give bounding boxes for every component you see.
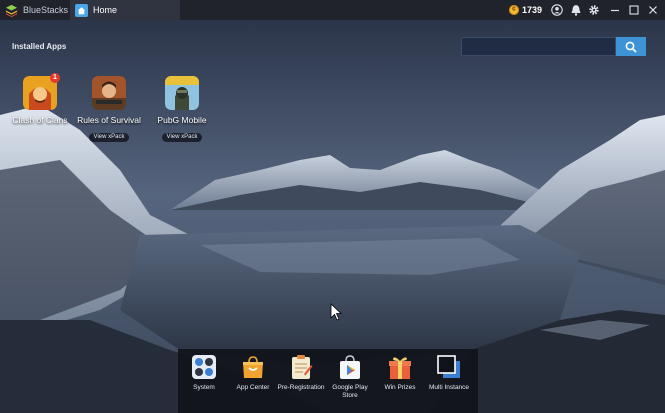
tab-home[interactable]: Home xyxy=(70,0,180,20)
clash-of-clans-icon: 1 xyxy=(23,73,60,110)
clipboard-icon xyxy=(289,355,313,379)
dock-label: System xyxy=(193,384,215,391)
dock-label: App Center xyxy=(236,384,270,391)
profile-icon[interactable] xyxy=(551,4,563,16)
title-bar: BlueStacks Home ¢ 1739 xyxy=(0,0,665,20)
bell-icon[interactable] xyxy=(570,4,582,16)
dock-label: Google Play Store xyxy=(332,384,368,399)
dock-item-multi-instance[interactable]: Multi Instance xyxy=(424,355,474,392)
play-store-icon xyxy=(338,355,362,379)
app-pubg-mobile[interactable]: PubG Mobile View xPack xyxy=(147,76,217,143)
coin-icon: ¢ xyxy=(509,5,519,15)
app-dock: System App Center Pre-Registration Googl… xyxy=(178,349,478,413)
brand: BlueStacks xyxy=(5,3,68,17)
app-label: PubG Mobile xyxy=(157,115,207,125)
installed-apps-heading: Installed Apps xyxy=(12,42,67,51)
dock-label: Pre-Registration xyxy=(277,384,325,391)
app-rules-of-survival[interactable]: Rules of Survival View xPack xyxy=(74,76,144,143)
minimize-icon[interactable] xyxy=(609,4,621,16)
dock-item-system[interactable]: System xyxy=(179,355,229,392)
dock-item-google-play-store[interactable]: Google Play Store xyxy=(325,355,375,400)
view-xpack-button[interactable]: View xPack xyxy=(161,133,203,142)
tab-home-label: Home xyxy=(93,5,118,15)
search-button[interactable] xyxy=(616,37,646,56)
search-icon xyxy=(625,41,637,53)
app-label: Clash of Clans xyxy=(12,115,68,125)
app-name: BlueStacks xyxy=(23,5,69,15)
shopping-bag-icon xyxy=(241,355,265,379)
rules-of-survival-icon xyxy=(92,76,126,110)
dock-item-pre-registration[interactable]: Pre-Registration xyxy=(276,355,326,392)
app-label: Rules of Survival xyxy=(77,115,141,125)
pubg-mobile-icon xyxy=(165,76,199,110)
app-clash-of-clans[interactable]: 1 Clash of Clans xyxy=(5,73,75,125)
bluestacks-logo-icon xyxy=(5,4,18,17)
dock-item-app-center[interactable]: App Center xyxy=(228,355,278,392)
mouse-cursor-icon xyxy=(330,303,342,321)
view-xpack-button[interactable]: View xPack xyxy=(88,133,130,142)
home-icon xyxy=(75,3,88,17)
close-icon[interactable] xyxy=(647,4,659,16)
dock-item-win-prizes[interactable]: Win Prizes xyxy=(375,355,425,392)
system-apps-icon xyxy=(192,355,216,379)
gift-icon xyxy=(388,355,412,379)
maximize-icon[interactable] xyxy=(628,4,640,16)
multi-instance-icon xyxy=(437,355,461,379)
coin-balance[interactable]: ¢ 1739 xyxy=(509,4,542,16)
dock-label: Multi Instance xyxy=(428,384,470,391)
notification-badge: 1 xyxy=(50,73,60,83)
gear-icon[interactable] xyxy=(588,4,600,16)
home-desktop: Installed Apps 1 Clash of Clans Rules of… xyxy=(0,20,665,413)
search-input[interactable] xyxy=(461,37,616,56)
dock-label: Win Prizes xyxy=(384,384,416,391)
coin-count: 1739 xyxy=(522,5,543,15)
